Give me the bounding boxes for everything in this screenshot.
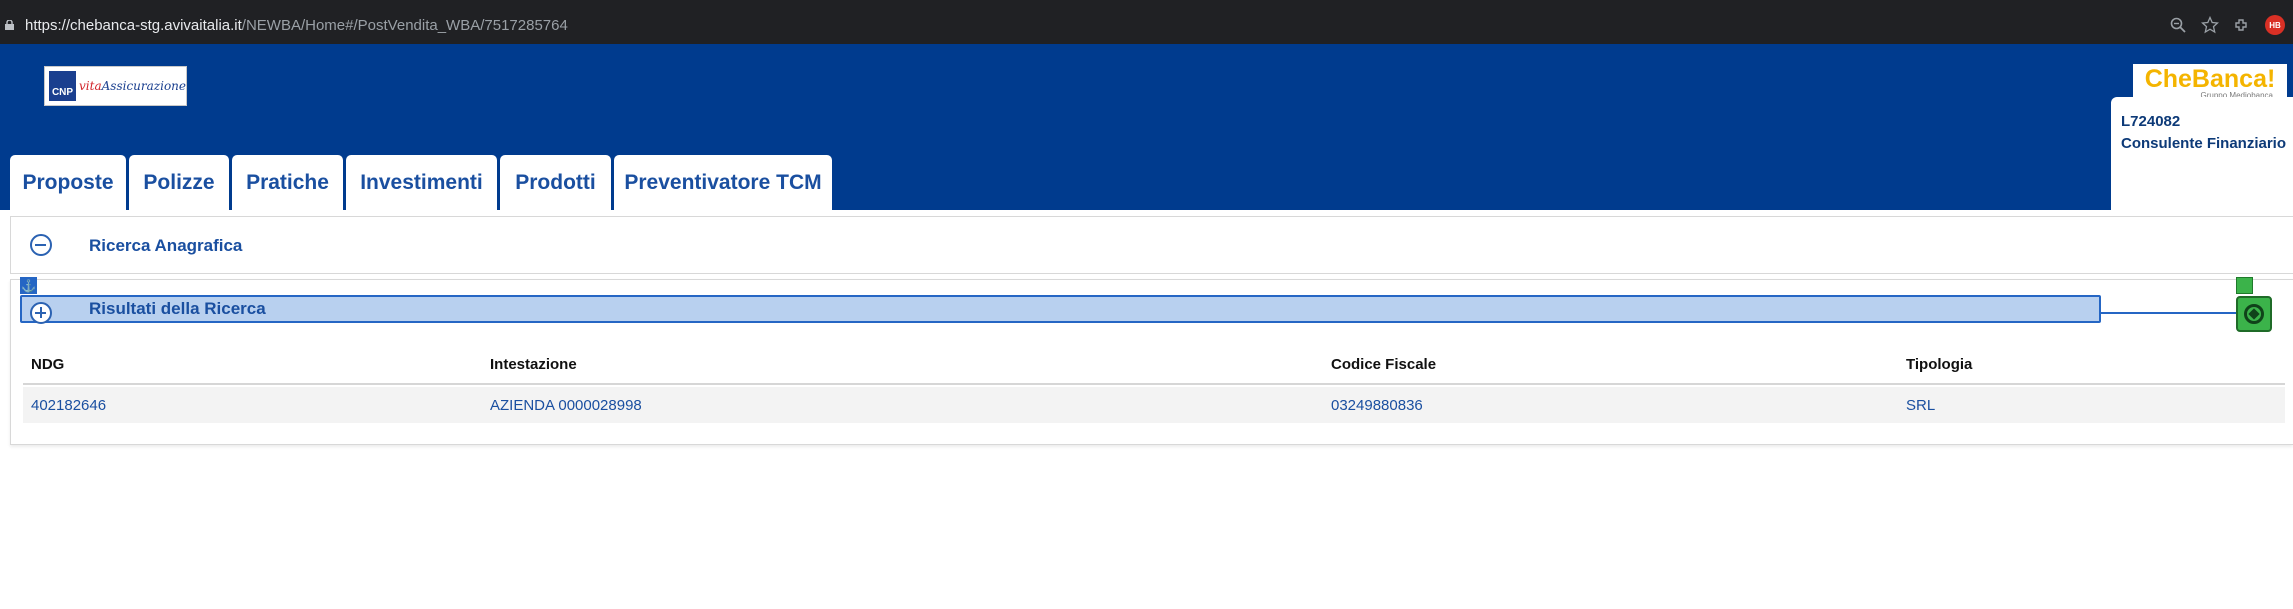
tab-polizze[interactable]: Polizze [129, 155, 229, 210]
results-table-header: NDG Intestazione Codice Fiscale Tipologi… [23, 343, 2285, 385]
lock-icon [5, 20, 14, 30]
browser-tools: HB [2169, 14, 2285, 36]
column-header-codice-fiscale[interactable]: Codice Fiscale [1331, 356, 1436, 373]
bookmark-star-icon[interactable] [2201, 16, 2219, 34]
target-small-icon [2236, 277, 2253, 294]
cell-ndg[interactable]: 402182646 [31, 397, 106, 414]
cnp-logo-mark: CNP [49, 71, 77, 101]
url-text[interactable]: https://chebanca-stg.avivaitalia.it/NEWB… [25, 17, 568, 34]
user-role: Consulente Finanziario [2121, 135, 2287, 152]
tab-pratiche[interactable]: Pratiche [232, 155, 343, 210]
browser-url-bar[interactable]: https://chebanca-stg.avivaitalia.it/NEWB… [0, 0, 2293, 44]
target-icon[interactable] [2236, 296, 2272, 332]
search-panel-title[interactable]: Ricerca Anagrafica [89, 236, 242, 256]
table-row[interactable]: 402182646 AZIENDA 0000028998 03249880836… [23, 387, 2285, 423]
tab-proposte[interactable]: Proposte [10, 155, 126, 210]
main-nav: Proposte Polizze Pratiche Investimenti P… [10, 155, 832, 210]
collapse-icon[interactable] [30, 234, 52, 256]
user-code: L724082 [2121, 113, 2181, 130]
tab-prodotti[interactable]: Prodotti [500, 155, 611, 210]
connector-line [2101, 312, 2236, 314]
tab-preventivatore-tcm[interactable]: Preventivatore TCM [614, 155, 832, 210]
expand-icon[interactable] [30, 302, 52, 324]
extensions-icon[interactable] [2233, 16, 2251, 34]
anchor-icon: ⚓ [20, 277, 37, 294]
results-panel-title[interactable]: Risultati della Ricerca [89, 299, 266, 319]
cell-codice-fiscale[interactable]: 03249880836 [1331, 397, 1423, 414]
column-header-tipologia[interactable]: Tipologia [1906, 356, 1972, 373]
url-host: https://chebanca-stg.avivaitalia.it [25, 17, 242, 34]
url-path: /NEWBA/Home#/PostVendita_WBA/7517285764 [241, 17, 568, 34]
cnp-vita-logo: CNP vitaAssicurazione [44, 66, 187, 106]
search-panel [10, 216, 2293, 274]
column-header-intestazione[interactable]: Intestazione [490, 356, 577, 373]
zoom-icon[interactable] [2169, 16, 2187, 34]
extension-badge-icon[interactable]: HB [2265, 15, 2285, 35]
cell-tipologia[interactable]: SRL [1906, 397, 1935, 414]
user-info[interactable]: L724082 Consulente Finanziario [2111, 97, 2293, 210]
column-header-ndg[interactable]: NDG [31, 356, 64, 373]
app-header: CNP vitaAssicurazione CheBanca! Gruppo M… [0, 44, 2293, 210]
cell-intestazione[interactable]: AZIENDA 0000028998 [490, 397, 642, 414]
selection-highlight [20, 295, 2101, 323]
chebanca-brand: CheBanca! [2144, 64, 2276, 93]
logo-wordmark: vitaAssicurazione [79, 79, 186, 93]
tab-investimenti[interactable]: Investimenti [346, 155, 497, 210]
